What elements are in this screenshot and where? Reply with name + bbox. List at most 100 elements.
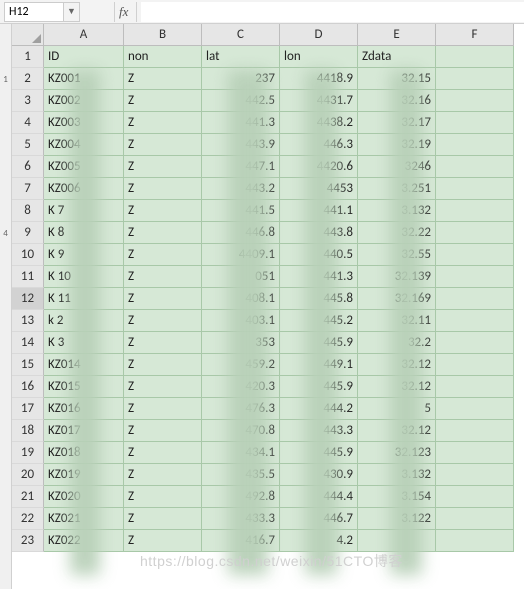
cell[interactable]: k 2 [44, 310, 124, 332]
cell[interactable]: KZ016 [44, 398, 124, 420]
cell[interactable]: 32.12 [358, 376, 436, 398]
cell[interactable] [436, 156, 514, 178]
row-header[interactable]: 11 [12, 266, 44, 288]
row-header[interactable]: 5 [12, 134, 44, 156]
cell[interactable]: 444.2 [280, 398, 358, 420]
cell[interactable]: Z [124, 530, 202, 552]
cell[interactable]: K 9 [44, 244, 124, 266]
cell[interactable]: Z [124, 354, 202, 376]
row-header[interactable]: 7 [12, 178, 44, 200]
cell[interactable]: 447.1 [202, 156, 280, 178]
cell[interactable]: KZ001 [44, 68, 124, 90]
cell[interactable]: 4438.2 [280, 112, 358, 134]
cell[interactable] [436, 244, 514, 266]
cell[interactable]: KZ022 [44, 530, 124, 552]
cell[interactable]: 445.9 [280, 376, 358, 398]
cell[interactable]: 459.2 [202, 354, 280, 376]
formula-input[interactable] [141, 2, 524, 22]
cell[interactable]: K 8 [44, 222, 124, 244]
cell[interactable]: Z [124, 244, 202, 266]
row-header[interactable]: 18 [12, 420, 44, 442]
cell[interactable]: 416.7 [202, 530, 280, 552]
cell[interactable]: 445.9 [280, 442, 358, 464]
cell[interactable]: Z [124, 420, 202, 442]
cell[interactable]: 408.1 [202, 288, 280, 310]
cell[interactable]: 5 [358, 398, 436, 420]
cell[interactable]: 403.1 [202, 310, 280, 332]
cell[interactable]: Z [124, 464, 202, 486]
col-header-B[interactable]: B [124, 24, 202, 46]
row-header[interactable]: 23 [12, 530, 44, 552]
col-header-A[interactable]: A [44, 24, 124, 46]
cell[interactable] [436, 222, 514, 244]
cell[interactable]: Z [124, 486, 202, 508]
cell[interactable]: 32.12 [358, 354, 436, 376]
cell[interactable]: Z [124, 332, 202, 354]
cell[interactable]: Z [124, 222, 202, 244]
cell[interactable]: 443.2 [202, 178, 280, 200]
row-header[interactable]: 22 [12, 508, 44, 530]
cell[interactable]: 32.16 [358, 90, 436, 112]
cell[interactable]: K 10 [44, 266, 124, 288]
cell[interactable]: 4453 [280, 178, 358, 200]
cell[interactable]: 476.3 [202, 398, 280, 420]
cell[interactable] [436, 68, 514, 90]
cell[interactable] [436, 46, 514, 68]
cell[interactable] [436, 420, 514, 442]
cell[interactable]: 430.9 [280, 464, 358, 486]
row-header[interactable]: 2 [12, 68, 44, 90]
row-header[interactable]: 21 [12, 486, 44, 508]
row-header[interactable]: 10 [12, 244, 44, 266]
cell[interactable]: 3.122 [358, 508, 436, 530]
cell[interactable]: 433.3 [202, 508, 280, 530]
cell[interactable]: 32.169 [358, 288, 436, 310]
row-header[interactable]: 12 [12, 288, 44, 310]
cell[interactable] [436, 464, 514, 486]
cell[interactable]: 443.3 [280, 420, 358, 442]
cell[interactable]: 443.9 [202, 134, 280, 156]
cell[interactable]: Z [124, 200, 202, 222]
cell[interactable]: 440.5 [280, 244, 358, 266]
cell[interactable]: KZ017 [44, 420, 124, 442]
cell[interactable]: 444.4 [280, 486, 358, 508]
cell[interactable]: 32.12 [358, 420, 436, 442]
name-box-dropdown[interactable]: ▼ [64, 2, 80, 22]
cell[interactable] [436, 530, 514, 552]
cell[interactable] [436, 134, 514, 156]
col-header-C[interactable]: C [202, 24, 280, 46]
cell[interactable] [436, 310, 514, 332]
cell[interactable]: 32.17 [358, 112, 436, 134]
cell[interactable]: KZ004 [44, 134, 124, 156]
cell[interactable]: 445.9 [280, 332, 358, 354]
cell[interactable]: 237 [202, 68, 280, 90]
cell[interactable]: Z [124, 156, 202, 178]
cell[interactable]: 32.123 [358, 442, 436, 464]
cell[interactable]: K 3 [44, 332, 124, 354]
col-header-F[interactable]: F [436, 24, 514, 46]
cell[interactable]: 32.2 [358, 332, 436, 354]
outline-level-1[interactable]: 1 [0, 68, 11, 90]
cell[interactable]: 051 [202, 266, 280, 288]
row-header[interactable]: 3 [12, 90, 44, 112]
cell[interactable]: 449.1 [280, 354, 358, 376]
cell[interactable]: 32.55 [358, 244, 436, 266]
row-header[interactable]: 16 [12, 376, 44, 398]
row-header[interactable]: 20 [12, 464, 44, 486]
row-header[interactable]: 13 [12, 310, 44, 332]
cell[interactable] [436, 90, 514, 112]
cell[interactable]: K 7 [44, 200, 124, 222]
cell[interactable]: 4409.1 [202, 244, 280, 266]
cell[interactable]: Z [124, 266, 202, 288]
select-all-corner[interactable] [12, 24, 44, 46]
cell[interactable]: 470.8 [202, 420, 280, 442]
col-header-D[interactable]: D [280, 24, 358, 46]
cell[interactable]: 446.7 [280, 508, 358, 530]
cell[interactable]: 3.251 [358, 178, 436, 200]
row-header[interactable]: 8 [12, 200, 44, 222]
cell[interactable]: KZ006 [44, 178, 124, 200]
row-header[interactable]: 15 [12, 354, 44, 376]
cell[interactable]: 441.3 [202, 112, 280, 134]
cell[interactable]: KZ005 [44, 156, 124, 178]
cell[interactable] [436, 266, 514, 288]
cell[interactable] [436, 508, 514, 530]
